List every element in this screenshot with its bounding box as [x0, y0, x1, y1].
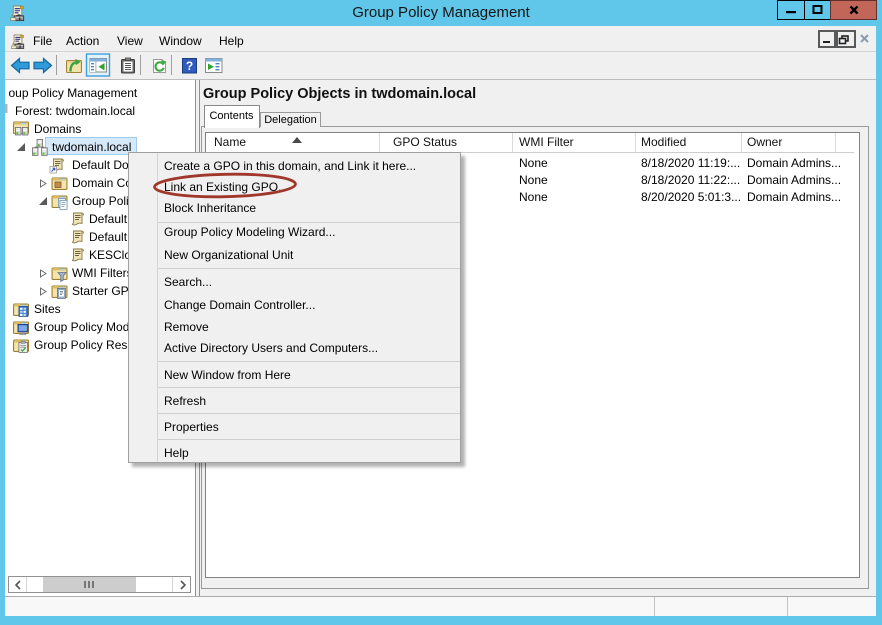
svg-text:?: ?: [186, 59, 193, 73]
